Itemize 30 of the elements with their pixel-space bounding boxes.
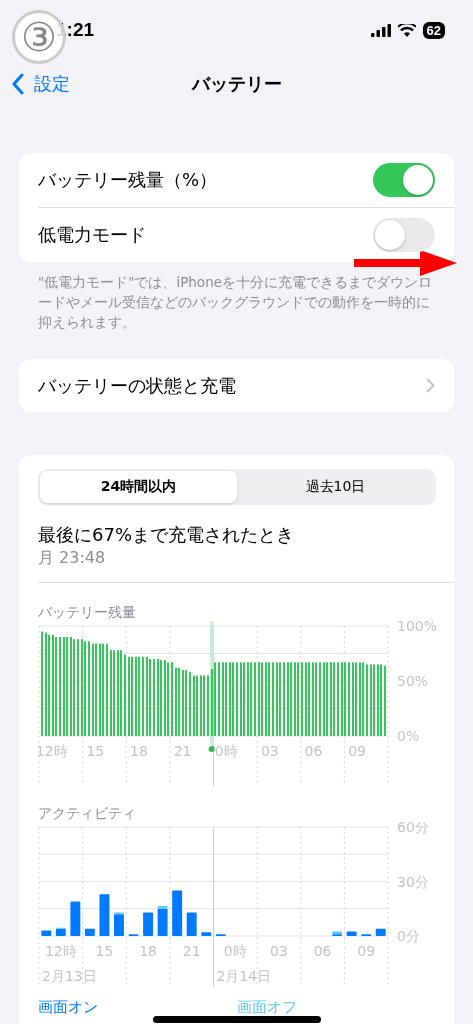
axis-label: 12時 xyxy=(38,743,68,759)
page-title: バッテリー xyxy=(190,72,283,96)
axis-label: 0% xyxy=(397,728,420,744)
chart-title: アクティビティ xyxy=(38,804,137,822)
axis-label: 21 xyxy=(182,943,201,959)
axis-label: 15 xyxy=(95,943,114,959)
setting-label: バッテリー残量（%） xyxy=(38,168,218,192)
axis-label: 21 xyxy=(173,743,192,759)
axis-label: 03 xyxy=(270,943,288,959)
axis-label: 0時 xyxy=(214,743,238,759)
axis-label: 50% xyxy=(397,673,429,689)
axis-label: 18 xyxy=(139,943,157,959)
axis-label: 06 xyxy=(304,743,323,759)
battery-icon: 62 xyxy=(422,21,445,39)
axis-label: 09 xyxy=(348,743,366,759)
axis-label: 12時 xyxy=(44,943,77,959)
axis-label: 06 xyxy=(313,943,332,959)
axis-label: 15 xyxy=(86,743,105,759)
chart-title: バッテリー残量 xyxy=(38,603,137,621)
last-charge-time: 月 23:48 xyxy=(38,547,107,569)
axis-label: 100% xyxy=(397,621,438,634)
footnote-text: "低電力モード"では、iPhoneを十分に充電できるまでダウンロードやメール受信などのバックグラウンドでの動作を一時的に抑えられます。 xyxy=(38,273,433,332)
setting-label: 低電力モード xyxy=(38,223,146,247)
last-charge-title: 最後に67%まで充電されたとき xyxy=(38,523,295,547)
axis-label: 30分 xyxy=(397,873,429,890)
axis-label: 0分 xyxy=(397,928,420,944)
axis-label: 18 xyxy=(130,743,148,759)
axis-label: 0時 xyxy=(223,943,247,959)
axis-label: 09 xyxy=(357,943,376,959)
axis-label: 03 xyxy=(260,743,279,759)
